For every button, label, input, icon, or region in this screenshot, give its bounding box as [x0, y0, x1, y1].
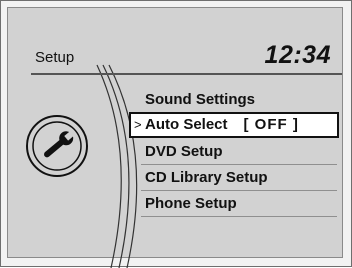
menu-item-phone-setup[interactable]: Phone Setup — [141, 191, 337, 217]
menu-item-label: Auto Select — [145, 116, 228, 133]
display-screen: Setup 12:34 Sound Settings > Auto Select… — [0, 0, 352, 268]
menu-item-label: Sound Settings — [145, 91, 255, 108]
clock-display: 12:34 — [264, 41, 331, 69]
pointer-icon: > — [134, 117, 142, 132]
menu-item-label: Phone Setup — [145, 195, 237, 212]
menu-item-cd-library-setup[interactable]: CD Library Setup — [141, 165, 337, 191]
menu-item-dvd-setup[interactable]: DVD Setup — [141, 139, 337, 165]
menu-item-auto-select[interactable]: > Auto Select [ OFF ] — [129, 112, 339, 138]
menu-item-label: CD Library Setup — [145, 169, 268, 186]
menu-item-sound-settings[interactable]: Sound Settings — [141, 87, 337, 113]
header-divider — [31, 73, 342, 75]
page-title: Setup — [35, 49, 75, 66]
menu-item-label: DVD Setup — [145, 143, 223, 160]
menu-item-value: [ OFF ] — [243, 116, 299, 133]
